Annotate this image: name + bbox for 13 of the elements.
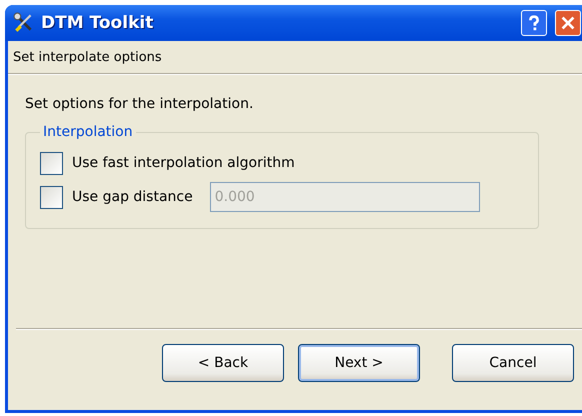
help-button[interactable] xyxy=(521,10,547,36)
dialog-button[interactable]: < Back xyxy=(162,344,284,382)
checkbox-label: Use gap distance xyxy=(72,189,193,205)
group-title: Interpolation xyxy=(42,124,134,140)
checkbox[interactable] xyxy=(40,152,63,174)
intro-text: Set options for the interpolation. xyxy=(25,96,254,112)
close-button[interactable] xyxy=(555,10,581,36)
close-icon xyxy=(559,14,577,32)
dialog-button[interactable]: Next > xyxy=(298,344,420,382)
window-title: DTM Toolkit xyxy=(41,13,154,33)
dialog-button[interactable]: Cancel xyxy=(452,344,574,382)
checkbox-label: Use fast interpolation algorithm xyxy=(72,155,295,171)
page-heading: Set interpolate options xyxy=(13,50,162,64)
